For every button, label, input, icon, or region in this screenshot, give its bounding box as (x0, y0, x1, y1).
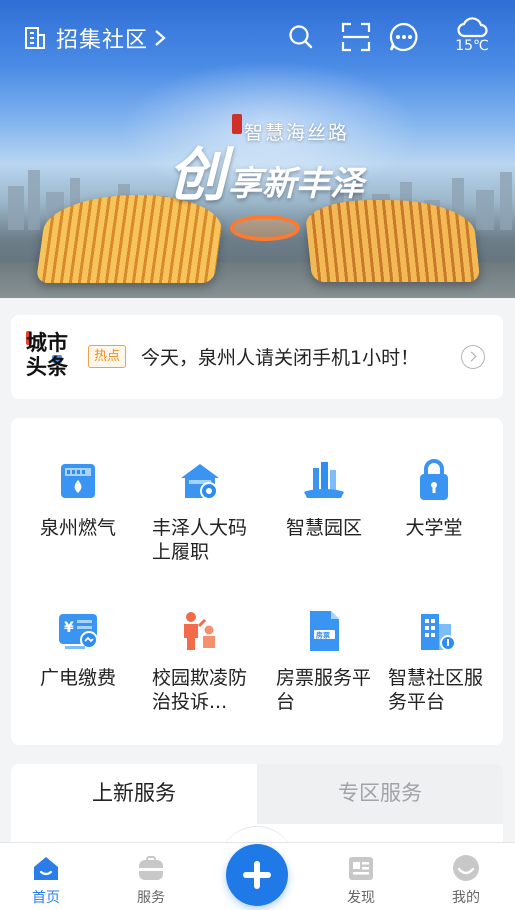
service-cable-tv-payment[interactable]: ¥ 广电缴费 (19, 608, 137, 690)
briefcase-icon (139, 856, 163, 880)
service-tabs: 上新服务 专区服务 (11, 764, 503, 824)
gas-meter-icon (61, 464, 95, 498)
top-bar: 招集社区 15℃ (0, 14, 515, 64)
service-smart-park[interactable]: 智慧园区 (265, 458, 383, 540)
tv-payment-icon: ¥ (59, 614, 98, 649)
service-label: 丰泽人大码上履职 (152, 517, 248, 563)
service-fengze-npc[interactable]: 丰泽人大码上履职 (141, 458, 259, 564)
scan-icon (341, 22, 371, 52)
service-label: 智慧社区服务平台 (388, 667, 484, 713)
service-label: 广电缴费 (39, 667, 116, 689)
nav-label: 首页 (32, 890, 60, 906)
lock-book-icon (420, 459, 448, 500)
community-selector[interactable]: 招集社区 (24, 22, 166, 54)
service-label: 房票服务平台 (276, 667, 372, 713)
nav-discover[interactable]: 发现 (331, 853, 391, 907)
service-anti-bullying[interactable]: 校园欺凌防治投诉... (141, 608, 259, 714)
skyline-icon (304, 462, 344, 498)
house-ticket-icon: 房票 (310, 611, 339, 651)
slogan-big: 创享新丰泽 (168, 128, 364, 212)
chevron-right-icon (155, 30, 166, 46)
svg-text:¥: ¥ (64, 620, 74, 636)
city-headlines-logo: 城市 头条 (26, 331, 70, 379)
profile-icon (453, 855, 479, 881)
nav-services[interactable]: 服务 (121, 853, 181, 907)
home-icon (34, 857, 58, 880)
logo-line2: 头条 (26, 355, 68, 379)
building-icon (25, 27, 45, 49)
service-smart-community[interactable]: 智慧社区服务平台 (377, 608, 495, 714)
service-label: 泉州燃气 (39, 517, 116, 539)
service-label: 校园欺凌防治投诉... (152, 667, 248, 713)
nav-label: 服务 (137, 890, 165, 906)
scan-button[interactable] (341, 22, 371, 52)
nav-home[interactable]: 首页 (16, 853, 76, 907)
news-icon (349, 857, 373, 880)
service-label: 智慧园区 (285, 517, 362, 539)
slogan-big-char: 创 (168, 141, 227, 209)
service-university[interactable]: 大学堂 (375, 458, 493, 540)
slogan-big-rest: 享新丰泽 (228, 164, 365, 204)
service-label: 大学堂 (405, 517, 463, 539)
community-name: 招集社区 (56, 28, 149, 53)
service-housing-ticket[interactable]: 房票 房票服务平台 (265, 608, 383, 714)
city-headlines-card[interactable]: 城市 头条 热点 今天，泉州人请关闭手机1小时！ (11, 315, 503, 399)
cloud-icon (457, 17, 488, 38)
smart-community-icon (421, 614, 456, 651)
nav-label: 发现 (347, 890, 375, 906)
arena-plaza-image (230, 215, 300, 241)
tab-zone-services[interactable]: 专区服务 (257, 764, 503, 824)
more-arrow-icon[interactable] (461, 345, 485, 369)
svg-text:房票: 房票 (316, 631, 330, 640)
logo-line1: 城市 (26, 331, 68, 355)
message-icon (389, 22, 418, 52)
weather-widget[interactable]: 15℃ (448, 14, 496, 54)
arena-right-image (303, 200, 481, 282)
nav-label: 我的 (452, 890, 480, 906)
tab-new-services[interactable]: 上新服务 (11, 764, 257, 824)
news-headline[interactable]: 今天，泉州人请关闭手机1小时！ (141, 343, 419, 370)
search-icon (289, 25, 313, 49)
add-button[interactable] (226, 844, 288, 906)
search-button[interactable] (288, 24, 314, 50)
house-gear-icon (181, 464, 219, 500)
weather-temp: 15℃ (455, 38, 489, 54)
services-grid: 泉州燃气 丰泽人大码上履职 智慧园区 大学堂 ¥ 广电缴费 校园欺凌防治投诉..… (11, 418, 503, 745)
nav-profile[interactable]: 我的 (436, 853, 496, 907)
hot-badge: 热点 (88, 345, 127, 368)
bullying-icon (184, 612, 215, 650)
message-button[interactable] (388, 21, 420, 53)
service-quanzhou-gas[interactable]: 泉州燃气 (19, 458, 137, 540)
